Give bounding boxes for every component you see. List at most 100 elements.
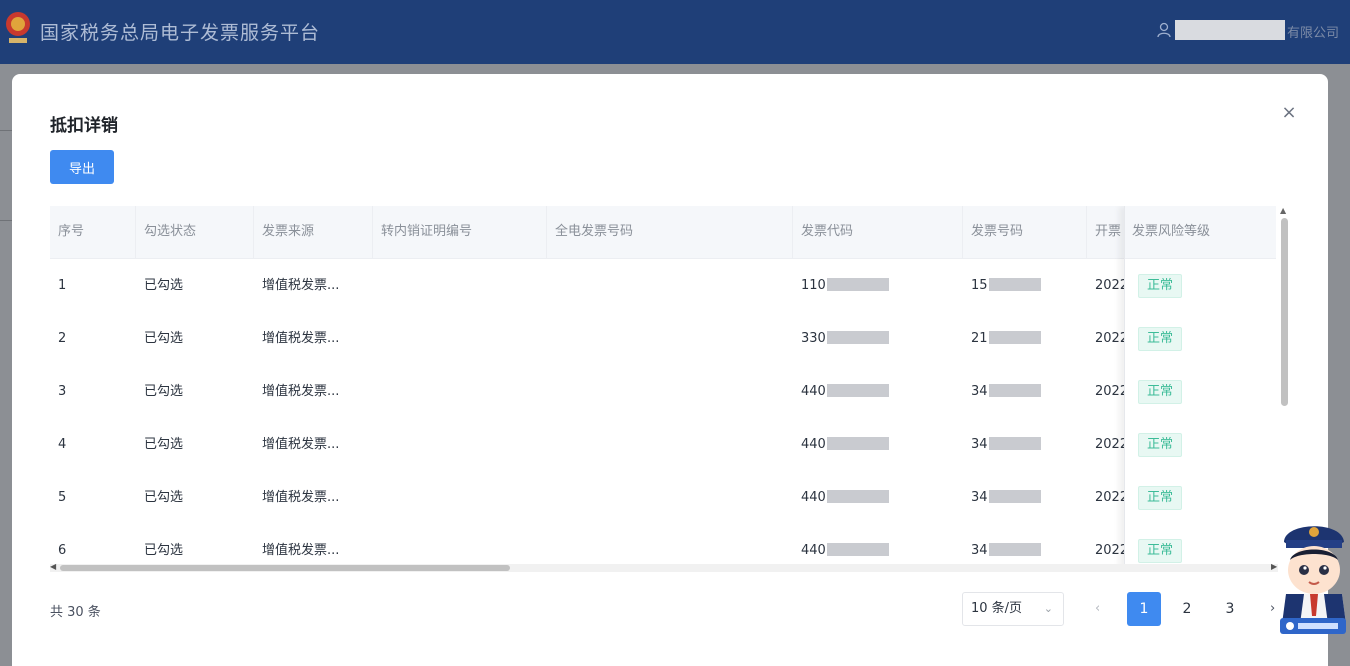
redacted-block	[826, 543, 889, 556]
cell-source: 增值税发票...	[262, 437, 340, 452]
close-icon[interactable]: ×	[1278, 102, 1300, 124]
cell-invoice-code: 330	[793, 312, 963, 365]
redacted-block	[988, 384, 1041, 397]
cell-risk-level: 正常	[1130, 365, 1276, 418]
redacted-block	[826, 490, 889, 503]
table-row[interactable]: 5 已勾选 增值税发票... 440 34 2022 正常	[50, 471, 1276, 525]
user-icon[interactable]	[1157, 22, 1171, 38]
page-button-3[interactable]: 3	[1213, 592, 1247, 626]
cell-invoice-number: 34	[963, 471, 1087, 524]
table-row[interactable]: 1 已勾选 增值税发票... 110 15 2022 正常	[50, 259, 1276, 313]
cell-source: 增值税发票...	[262, 490, 340, 505]
table-header: 序号 勾选状态 发票来源 转内销证明编号 全电发票号码 发票代码 发票号码 开票…	[50, 206, 1276, 259]
scroll-up-arrow-icon[interactable]: ▲	[1280, 206, 1286, 215]
chevron-down-icon: ⌄	[1043, 602, 1053, 615]
cell-invoice-number: 15	[963, 259, 1087, 312]
prev-page-button[interactable]: ‹	[1095, 601, 1100, 616]
cell-status: 已勾选	[144, 437, 184, 452]
col-header-issue-date: 开票	[1095, 224, 1122, 239]
redacted-block	[826, 278, 889, 291]
risk-status-badge: 正常	[1138, 486, 1183, 510]
table-row[interactable]: 4 已勾选 增值税发票... 440 34 2022 正常	[50, 418, 1276, 472]
horizontal-scrollbar[interactable]	[50, 564, 1278, 572]
cell-issue-date: 2022	[1095, 437, 1124, 452]
invoice-number-prefix: 34	[971, 384, 988, 399]
page-button-2[interactable]: 2	[1170, 592, 1204, 626]
page-size-select[interactable]: 10 条/页 ⌄	[962, 592, 1064, 626]
redacted-block	[988, 543, 1041, 556]
cell-issue-date: 2022	[1095, 490, 1124, 505]
redacted-block	[826, 384, 889, 397]
col-header-invoice-number: 发票号码	[963, 206, 1087, 258]
cell-invoice-code: 440	[793, 471, 963, 524]
col-header-risk-level: 发票风险等级	[1132, 224, 1211, 239]
cell-invoice-number: 34	[963, 365, 1087, 418]
app-title: 国家税务总局电子发票服务平台	[40, 22, 321, 44]
next-page-button[interactable]: ›	[1270, 601, 1275, 616]
total-count: 共 30 条	[50, 605, 101, 620]
deduction-detail-modal: 抵扣详销 × 导出 序号 勾选状态 发票来源 转内销证明编号 全电发票号码 发票…	[12, 74, 1328, 666]
risk-status-badge: 正常	[1138, 539, 1183, 563]
redacted-block	[826, 331, 889, 344]
col-header-index: 序号	[50, 206, 136, 258]
redacted-block	[988, 331, 1041, 344]
invoice-number-prefix: 34	[971, 543, 988, 558]
tax-officer-mascot-icon	[1280, 526, 1346, 634]
col-header-export-cert: 转内销证明编号	[373, 206, 547, 258]
cell-index: 4	[58, 437, 67, 452]
cell-index: 3	[58, 384, 67, 399]
cell-risk-level: 正常	[1130, 259, 1276, 312]
invoice-code-prefix: 330	[801, 331, 826, 346]
table-row[interactable]: 3 已勾选 增值税发票... 440 34 2022 正常	[50, 365, 1276, 419]
redacted-block	[826, 437, 889, 450]
risk-status-badge: 正常	[1138, 274, 1183, 298]
cell-invoice-number: 34	[963, 418, 1087, 471]
cell-invoice-number: 21	[963, 312, 1087, 365]
invoice-number-prefix: 34	[971, 490, 988, 505]
cell-index: 1	[58, 278, 67, 293]
cell-issue-date: 2022	[1095, 331, 1124, 346]
invoice-table: 序号 勾选状态 发票来源 转内销证明编号 全电发票号码 发票代码 发票号码 开票…	[50, 206, 1290, 572]
tax-emblem-icon	[6, 12, 30, 43]
invoice-code-prefix: 440	[801, 543, 826, 558]
risk-status-badge: 正常	[1138, 380, 1183, 404]
scroll-left-arrow-icon[interactable]: ◀	[50, 562, 56, 571]
col-header-status: 勾选状态	[136, 206, 254, 258]
cell-status: 已勾选	[144, 331, 184, 346]
col-header-source: 发票来源	[254, 206, 373, 258]
redacted-block	[988, 278, 1041, 291]
horizontal-scroll-thumb[interactable]	[60, 565, 510, 571]
cell-source: 增值税发票...	[262, 331, 340, 346]
invoice-code-prefix: 110	[801, 278, 826, 293]
cell-status: 已勾选	[144, 384, 184, 399]
cell-issue-date: 2022	[1095, 278, 1124, 293]
invoice-code-prefix: 440	[801, 437, 826, 452]
user-name-redacted	[1175, 20, 1285, 40]
cell-risk-level: 正常	[1130, 418, 1276, 471]
cell-source: 增值税发票...	[262, 384, 340, 399]
cell-risk-level: 正常	[1130, 312, 1276, 365]
invoice-number-prefix: 15	[971, 278, 988, 293]
col-header-invoice-code: 发票代码	[793, 206, 963, 258]
invoice-number-prefix: 34	[971, 437, 988, 452]
export-button[interactable]: 导出	[50, 150, 114, 184]
cell-invoice-code: 110	[793, 259, 963, 312]
invoice-number-prefix: 21	[971, 331, 988, 346]
page-button-1[interactable]: 1	[1127, 592, 1161, 626]
redacted-block	[988, 437, 1041, 450]
cell-status: 已勾选	[144, 490, 184, 505]
risk-status-badge: 正常	[1138, 327, 1183, 351]
vertical-scroll-thumb[interactable]	[1281, 218, 1288, 406]
cell-index: 2	[58, 331, 67, 346]
cell-index: 5	[58, 490, 67, 505]
background-divider	[0, 130, 12, 131]
background-divider	[0, 220, 12, 221]
risk-status-badge: 正常	[1138, 433, 1183, 457]
page-size-value: 10 条/页	[971, 601, 1023, 616]
cell-invoice-code: 440	[793, 418, 963, 471]
table-row[interactable]: 2 已勾选 增值税发票... 330 21 2022 正常	[50, 312, 1276, 366]
cell-issue-date: 2022	[1095, 384, 1124, 399]
invoice-code-prefix: 440	[801, 490, 826, 505]
cell-invoice-code: 440	[793, 365, 963, 418]
col-header-e-invoice-number: 全电发票号码	[547, 206, 793, 258]
